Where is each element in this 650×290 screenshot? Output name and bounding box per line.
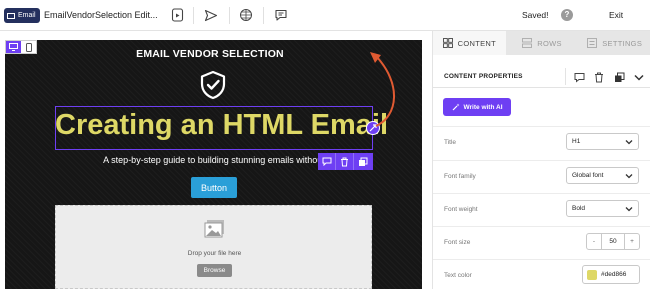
font-family-label: Font family <box>444 173 476 180</box>
cta-button[interactable]: Button <box>191 177 237 198</box>
title-row: Title H1 <box>433 126 650 157</box>
email-heading[interactable]: EMAIL VENDOR SELECTION <box>60 48 360 60</box>
content-properties-header: CONTENT PROPERTIES <box>433 65 650 88</box>
view-toggle[interactable] <box>5 40 37 54</box>
text-color-row: Text color #ded866 <box>433 259 650 290</box>
decrement-button[interactable]: - <box>587 234 601 249</box>
tab-settings[interactable]: SETTINGS <box>578 31 650 55</box>
comment-icon[interactable] <box>272 6 290 24</box>
write-with-ai-label: Write with AI <box>463 103 503 111</box>
font-size-value[interactable]: 50 <box>601 234 625 249</box>
delete-icon[interactable] <box>592 70 606 84</box>
duplicate-icon[interactable] <box>612 70 626 84</box>
increment-button[interactable]: + <box>625 234 639 249</box>
font-family-select[interactable]: Global font <box>566 167 639 184</box>
image-placeholder-icon <box>204 219 226 239</box>
text-color-value: #ded866 <box>601 271 627 278</box>
font-family-value: Global font <box>572 172 604 179</box>
send-icon[interactable] <box>202 6 220 24</box>
tab-settings-label: SETTINGS <box>602 38 643 48</box>
envelope-icon <box>7 12 15 19</box>
panel-tabs: CONTENT ROWS SETTINGS <box>433 31 650 55</box>
chevron-down-icon <box>625 207 633 212</box>
block-toolbar <box>318 153 373 170</box>
preview-icon[interactable] <box>168 6 186 24</box>
dropzone-text: Drop your file here <box>187 250 242 257</box>
block-comment-icon[interactable] <box>318 153 336 170</box>
font-weight-select[interactable]: Bold <box>566 200 639 217</box>
email-title[interactable]: Creating an HTML Email <box>55 109 388 142</box>
font-family-row: Font family Global font <box>433 160 650 191</box>
document-title[interactable]: EmailVendorSelection Edit... <box>44 10 158 20</box>
properties-panel: CONTENT ROWS SETTINGS CONTENT PROPERTIES… <box>432 31 650 289</box>
chevron-down-icon <box>625 174 633 179</box>
exit-button[interactable]: Exit <box>609 10 623 20</box>
text-color-picker[interactable]: #ded866 <box>582 265 640 284</box>
block-delete-icon[interactable] <box>336 153 354 170</box>
color-swatch[interactable] <box>587 269 597 280</box>
language-icon[interactable] <box>237 6 255 24</box>
title-select-value: H1 <box>572 138 581 145</box>
font-weight-label: Font weight <box>444 206 478 213</box>
title-label: Title <box>444 139 457 146</box>
shield-check-icon[interactable] <box>199 70 227 100</box>
tab-rows-label: ROWS <box>537 38 562 48</box>
collapse-chevron-icon[interactable] <box>632 70 646 84</box>
tab-content-label: CONTENT <box>457 38 497 48</box>
title-select[interactable]: H1 <box>566 133 639 150</box>
image-dropzone[interactable]: Drop your file here Browse <box>55 205 372 289</box>
block-duplicate-icon[interactable] <box>354 153 372 170</box>
tab-content[interactable]: CONTENT <box>433 31 506 55</box>
chevron-down-icon <box>625 140 633 145</box>
rows-icon <box>522 38 533 48</box>
font-size-label: Font size <box>444 239 471 246</box>
magic-wand-icon <box>452 103 459 111</box>
font-weight-value: Bold <box>572 205 586 212</box>
comment-icon[interactable] <box>572 70 586 84</box>
tab-rows[interactable]: ROWS <box>506 31 579 55</box>
email-type-badge: Email <box>4 8 40 23</box>
grid-icon <box>442 38 453 48</box>
save-status: Saved! <box>522 10 549 20</box>
browse-button[interactable]: Browse <box>197 264 232 277</box>
top-toolbar: Email EmailVendorSelection Edit... Saved… <box>0 0 650 31</box>
badge-label: Email <box>18 12 36 19</box>
font-size-stepper: - 50 + <box>586 233 640 250</box>
font-weight-row: Font weight Bold <box>433 193 650 224</box>
help-icon[interactable]: ? <box>561 9 573 21</box>
desktop-view-icon[interactable] <box>6 41 21 53</box>
mobile-view-icon[interactable] <box>21 41 36 53</box>
write-with-ai-button[interactable]: Write with AI <box>443 98 511 116</box>
drag-handle-icon[interactable] <box>366 121 380 135</box>
settings-icon <box>587 38 598 48</box>
section-title: CONTENT PROPERTIES <box>444 73 523 80</box>
font-size-row: Font size - 50 + <box>433 226 650 257</box>
text-color-label: Text color <box>444 272 472 279</box>
